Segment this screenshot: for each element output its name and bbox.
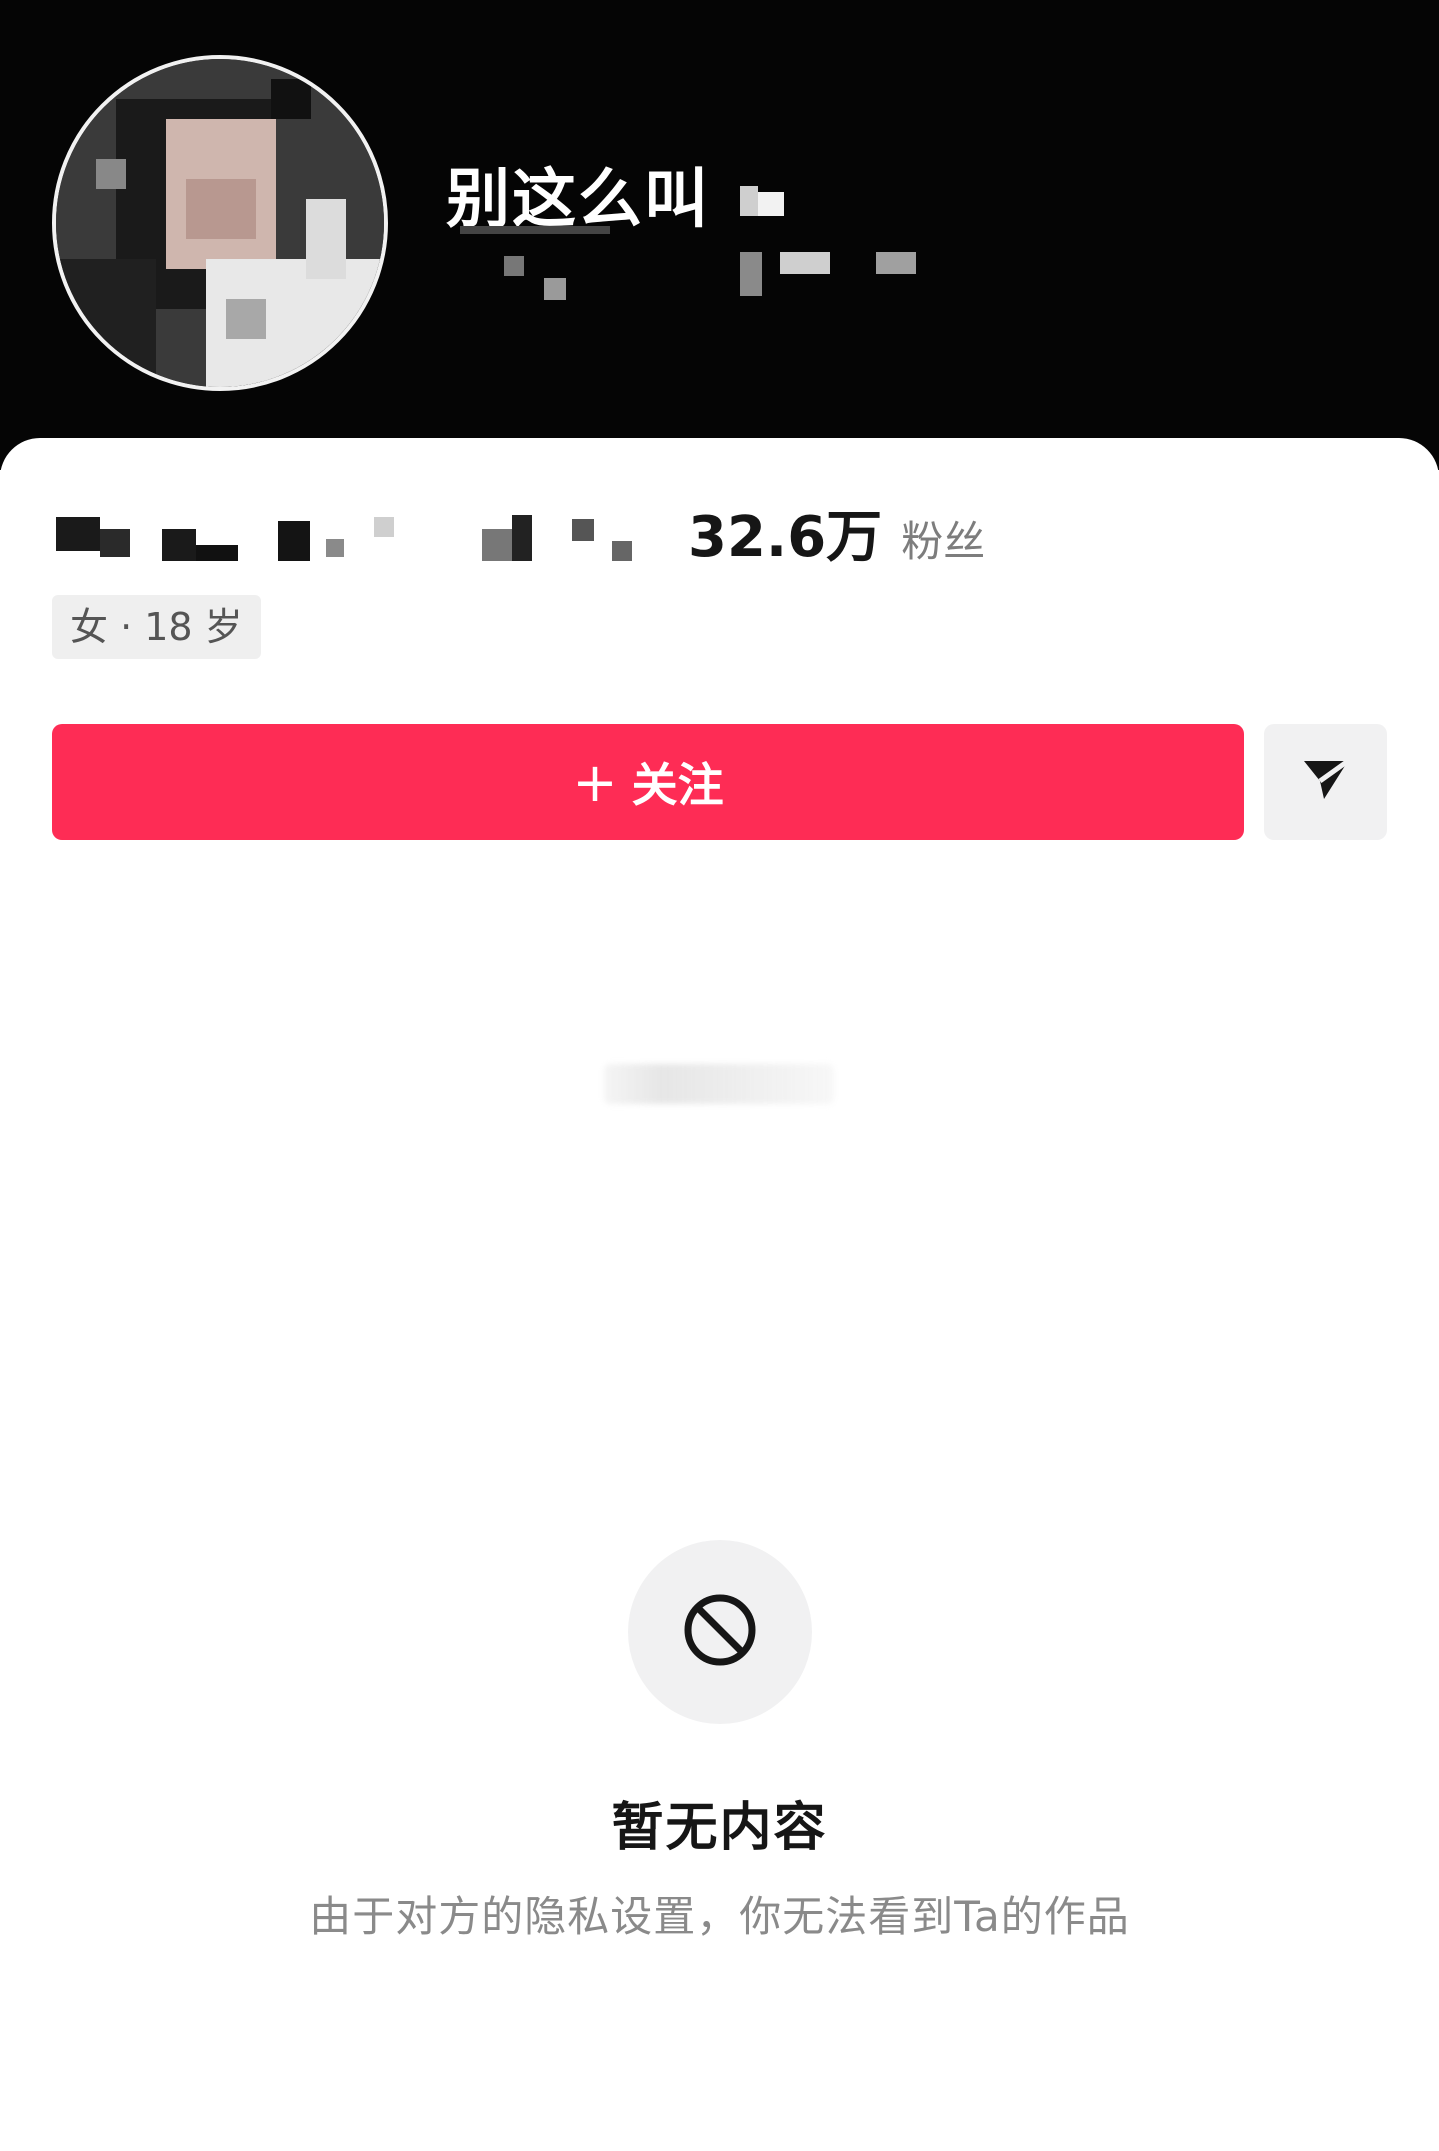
loading-placeholder (604, 1064, 834, 1104)
followers-stat[interactable]: 32.6万 粉丝 (688, 492, 985, 573)
follow-button[interactable]: + 关注 (52, 724, 1244, 840)
forbidden-icon (682, 1592, 758, 1672)
send-icon (1300, 757, 1352, 807)
gender-age-tag: 女 · 18 岁 (52, 595, 261, 659)
empty-state-description: 由于对方的隐私设置，你无法看到Ta的作品 (309, 1892, 1130, 1941)
plus-icon: + (572, 750, 618, 814)
avatar[interactable] (52, 55, 388, 391)
empty-state-title: 暂无内容 (611, 1798, 828, 1858)
follow-label: 关注 (631, 758, 724, 812)
profile-header: 别这么叫 (0, 0, 1439, 470)
followers-label: 粉丝 (901, 517, 986, 566)
empty-state-icon-container (628, 1540, 812, 1724)
share-button[interactable] (1264, 724, 1387, 840)
followers-count: 32.6万 (688, 505, 883, 570)
